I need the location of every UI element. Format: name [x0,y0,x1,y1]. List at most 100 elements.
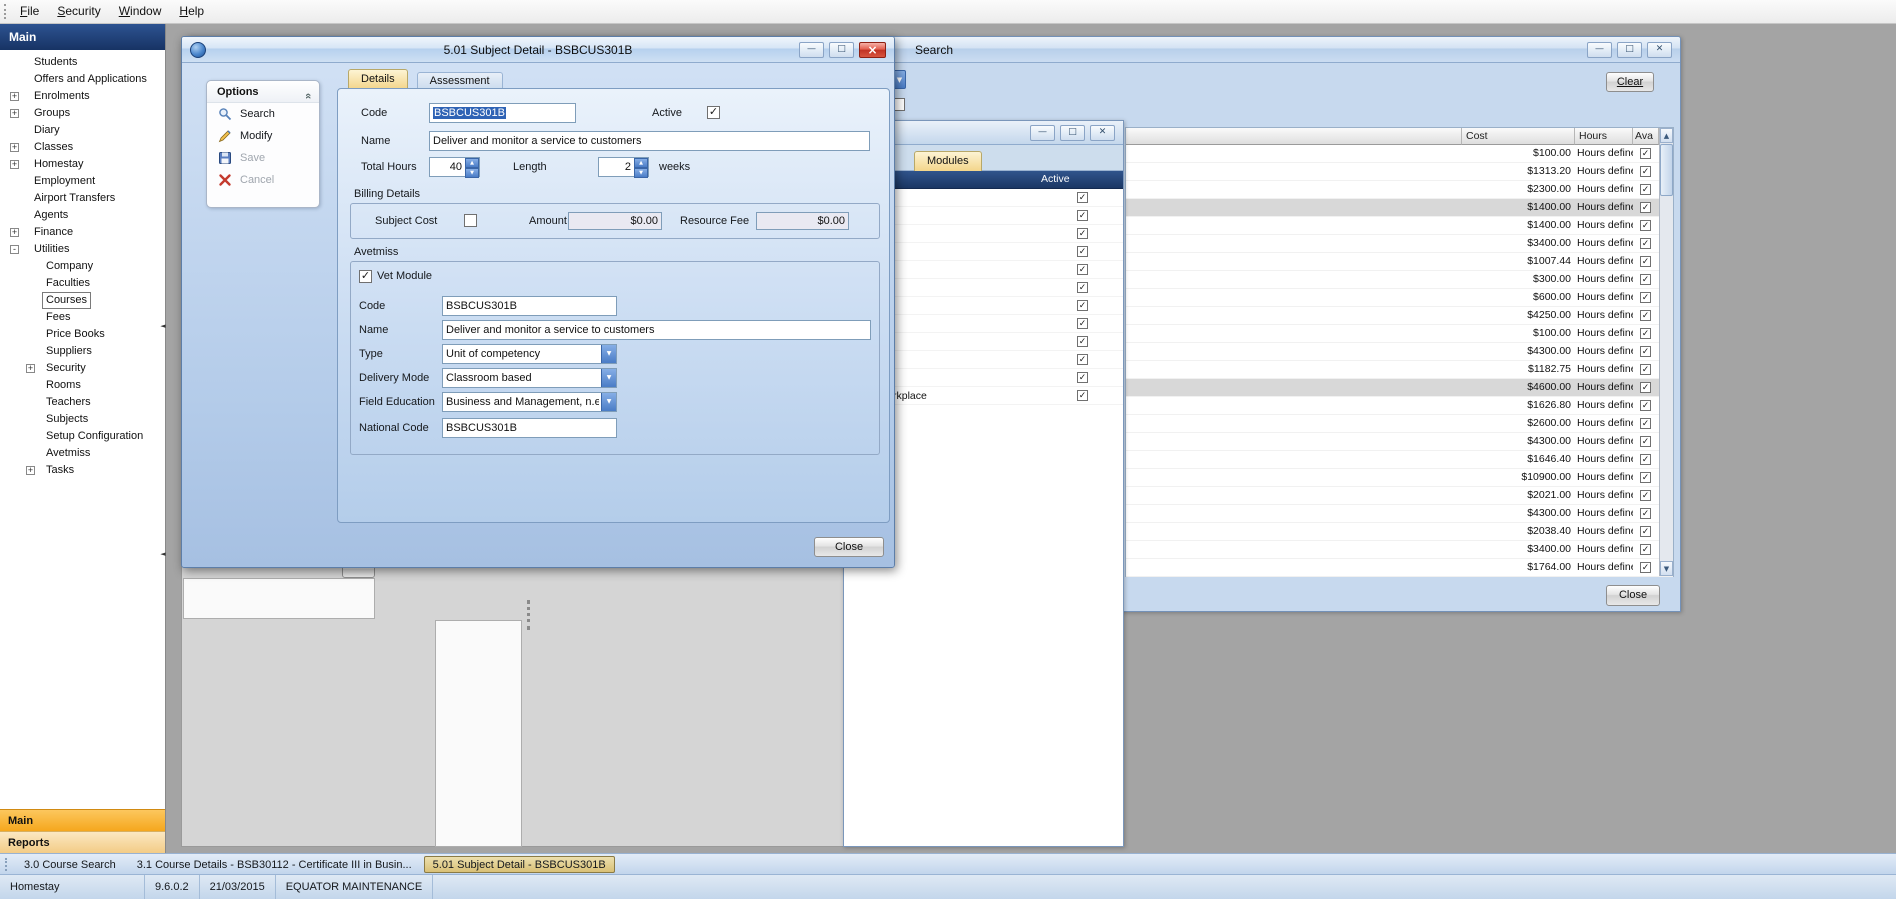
search-option[interactable]: Search [207,103,319,125]
available-checkbox[interactable] [1640,508,1651,519]
expand-icon[interactable]: + [10,92,19,101]
sidebar-item-avetmiss[interactable]: Avetmiss [0,445,165,462]
table-row[interactable]: $4600.00Hours defined b [1126,379,1673,397]
table-row[interactable]: $100.00Hours defined b [1126,325,1673,343]
expand-icon[interactable]: + [10,143,19,152]
close-button[interactable]: ✕ [1090,125,1115,141]
sidebar-item-airport-transfers[interactable]: Airport Transfers [0,190,165,207]
expand-icon[interactable]: + [26,364,35,373]
total-hours-input[interactable]: 40 ▲▼ [429,157,480,177]
spin-up-icon[interactable]: ▲ [634,158,648,168]
available-checkbox[interactable] [1640,490,1651,501]
minimize-button[interactable]: — [799,42,824,58]
table-row[interactable]: $600.00Hours defined b [1126,289,1673,307]
splitter-grip[interactable] [527,600,531,630]
active-checkbox[interactable] [1077,318,1088,329]
available-checkbox[interactable] [1640,310,1651,321]
options-panel-header[interactable]: Options « [207,81,319,103]
table-row[interactable]: $1626.80Hours defined b [1126,397,1673,415]
scroll-down-icon[interactable]: ▼ [1660,561,1673,576]
search-close-button[interactable]: Close [1606,585,1660,606]
column-header-available[interactable]: Ava [1633,128,1659,145]
table-row[interactable]: $2038.40Hours defined b [1126,523,1673,541]
taskbar-tab[interactable]: 3.0 Course Search [15,856,125,873]
tab-details[interactable]: Details [348,69,408,89]
dialog-titlebar[interactable]: 5.01 Subject Detail - BSBCUS301B — □ × [182,37,894,63]
sidebar-item-diary[interactable]: Diary [0,122,165,139]
table-row[interactable]: $1007.44Hours defined b [1126,253,1673,271]
expand-icon[interactable]: + [10,160,19,169]
menu-file[interactable]: File [11,0,48,23]
available-checkbox[interactable] [1640,454,1651,465]
sidebar-item-teachers[interactable]: Teachers [0,394,165,411]
sidebar-item-price-books[interactable]: Price Books [0,326,165,343]
delivery-mode-select[interactable]: Classroom based ▼ [442,368,617,388]
sidebar-item-courses[interactable]: Courses [0,292,165,309]
available-checkbox[interactable] [1640,418,1651,429]
code-input[interactable]: BSBCUS301B [429,103,576,123]
sidebar-item-offers-and-applications[interactable]: Offers and Applications [0,71,165,88]
vet-module-checkbox[interactable] [359,270,372,283]
amount-input[interactable]: $0.00 [568,212,662,230]
dropdown-arrow-icon[interactable]: ▼ [601,369,616,387]
minimize-button[interactable]: — [1030,125,1055,141]
available-checkbox[interactable] [1640,202,1651,213]
sidebar-item-security[interactable]: +Security [0,360,165,377]
available-checkbox[interactable] [1640,220,1651,231]
scroll-up-icon[interactable]: ▲ [1660,128,1673,143]
spin-down-icon[interactable]: ▼ [634,168,648,178]
available-checkbox[interactable] [1640,184,1651,195]
table-row[interactable]: $1182.75Hours defined b [1126,361,1673,379]
tab-modules[interactable]: Modules [914,151,982,171]
dropdown-arrow-icon[interactable]: ▼ [601,345,616,363]
name-input[interactable]: Deliver and monitor a service to custome… [429,131,870,151]
active-checkbox[interactable] [1077,282,1088,293]
table-row[interactable]: $1646.40Hours defined b [1126,451,1673,469]
column-header-hours[interactable]: Hours [1575,128,1633,145]
sidebar-item-utilities[interactable]: -Utilities [0,241,165,258]
active-checkbox[interactable] [1077,372,1088,383]
sidebar-item-company[interactable]: Company [0,258,165,275]
spin-down-icon[interactable]: ▼ [465,168,479,178]
sidebar-item-groups[interactable]: +Groups [0,105,165,122]
dialog-close-button[interactable]: Close [814,537,884,557]
collapse-icon[interactable]: - [10,245,19,254]
table-row[interactable]: $4300.00Hours defined b [1126,343,1673,361]
available-checkbox[interactable] [1640,166,1651,177]
sidebar-item-students[interactable]: Students [0,54,165,71]
sidebar-item-homestay[interactable]: +Homestay [0,156,165,173]
sidebar-item-subjects[interactable]: Subjects [0,411,165,428]
cancel-option[interactable]: Cancel [207,169,319,191]
available-checkbox[interactable] [1640,364,1651,375]
collapse-left-icon[interactable] [159,320,167,333]
taskbar-tab[interactable]: 3.1 Course Details - BSB30112 - Certific… [128,856,421,873]
active-checkbox[interactable] [707,106,720,119]
table-row[interactable]: $100.00Hours defined b [1126,145,1673,163]
taskbar-tab[interactable]: 5.01 Subject Detail - BSBCUS301B [424,856,615,873]
spin-up-icon[interactable]: ▲ [465,158,479,168]
expand-icon[interactable]: + [10,109,19,118]
table-row[interactable]: $4250.00Hours defined b [1126,307,1673,325]
table-row[interactable]: $4300.00Hours defined b [1126,505,1673,523]
expand-icon[interactable]: + [26,466,35,475]
save-option[interactable]: Save [207,147,319,169]
sidebar-item-faculties[interactable]: Faculties [0,275,165,292]
available-checkbox[interactable] [1640,544,1651,555]
available-checkbox[interactable] [1640,472,1651,483]
table-row[interactable]: $2021.00Hours defined b [1126,487,1673,505]
available-checkbox[interactable] [1640,148,1651,159]
sidebar-item-employment[interactable]: Employment [0,173,165,190]
dropdown-arrow-icon[interactable]: ▼ [601,393,616,411]
sidebar-item-finance[interactable]: +Finance [0,224,165,241]
table-row[interactable]: $2300.00Hours defined b [1126,181,1673,199]
table-row[interactable]: $3400.00Hours defined b [1126,235,1673,253]
sidebar-item-tasks[interactable]: +Tasks [0,462,165,479]
collapse-left-icon[interactable] [159,548,167,561]
modify-option[interactable]: Modify [207,125,319,147]
table-row[interactable]: $1400.00Hours defined b [1126,199,1673,217]
column-header-name[interactable] [1126,128,1462,145]
menu-window[interactable]: Window [110,0,171,23]
available-checkbox[interactable] [1640,382,1651,393]
available-checkbox[interactable] [1640,400,1651,411]
maximize-button[interactable]: □ [1617,42,1642,58]
